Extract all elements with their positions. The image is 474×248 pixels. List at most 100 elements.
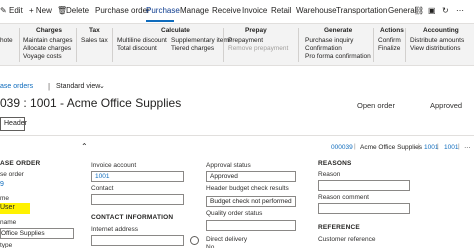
- purchase-order-tab[interactable]: Purchase order: [95, 6, 150, 15]
- view-selector[interactable]: Standard view: [56, 83, 100, 90]
- vendor-name-field[interactable]: Office Supplies: [0, 228, 74, 239]
- divider: [0, 135, 474, 136]
- retail-tab[interactable]: Retail: [271, 6, 291, 15]
- info-icon[interactable]: [190, 236, 199, 245]
- budget-check-field[interactable]: Budget check not performed: [206, 196, 296, 207]
- summary-separator: |: [354, 143, 356, 150]
- general-tab[interactable]: General: [388, 6, 416, 15]
- allocate-charges-button[interactable]: Allocate charges: [23, 45, 71, 52]
- summary-second-link[interactable]: 1001: [444, 144, 458, 151]
- invoice-account-value: 1001: [95, 173, 110, 180]
- tax-group-title: Tax: [89, 27, 100, 34]
- header-tab-button[interactable]: Header: [0, 117, 27, 131]
- name-label: me: [0, 195, 10, 202]
- ribbon-separator: [223, 28, 224, 62]
- reference-section-title: REFERENCE: [318, 224, 360, 231]
- ribbon-separator: [373, 28, 374, 62]
- internet-address-field[interactable]: [91, 235, 184, 246]
- view-distributions-button[interactable]: View distributions: [410, 45, 460, 52]
- ribbon-separator: [298, 28, 299, 62]
- receive-tab[interactable]: Receive: [212, 6, 241, 15]
- generate-group-title: Generate: [324, 27, 353, 34]
- link-icon[interactable]: ⛓: [414, 6, 424, 15]
- confirmation-button[interactable]: Confirmation: [305, 45, 342, 52]
- invoice-account-label: Invoice account: [91, 162, 137, 169]
- budget-check-value: Budget check not performed: [210, 198, 292, 205]
- manage-tab[interactable]: Manage: [180, 6, 209, 15]
- direct-delivery-label: Direct delivery: [206, 236, 248, 243]
- summary-separator: |: [437, 143, 439, 150]
- reasons-section-title: REASONS: [318, 160, 352, 167]
- remove-prepayment-button[interactable]: Remove prepayment: [228, 45, 288, 52]
- quality-order-status-field[interactable]: [206, 220, 296, 231]
- charges-group-title: Charges: [36, 27, 63, 34]
- purchase-order-value[interactable]: 9: [0, 181, 4, 188]
- ribbon-separator: [76, 28, 77, 62]
- order-status: Open order: [357, 101, 395, 110]
- multiline-discount-button[interactable]: Multiline discount: [117, 37, 167, 44]
- ribbon-separator: [19, 28, 20, 62]
- refresh-icon[interactable]: ↻: [442, 6, 449, 15]
- calculate-group-title: Calculate: [161, 27, 190, 34]
- actions-group-title: Actions: [380, 27, 404, 34]
- chevron-down-icon[interactable]: ⌄: [99, 82, 105, 90]
- internet-address-label: Internet address: [91, 226, 138, 233]
- ribbon-separator: [112, 28, 113, 62]
- contact-information-section-title: CONTACT INFORMATION: [91, 214, 174, 221]
- transportation-tab[interactable]: Transportation: [336, 6, 387, 15]
- confirm-button[interactable]: Confirm: [378, 37, 401, 44]
- summary-order-link[interactable]: 000039: [331, 144, 353, 151]
- approval-status-field[interactable]: Approved: [206, 171, 296, 182]
- summary-separator: |: [418, 143, 420, 150]
- prepayment-button[interactable]: Prepayment: [228, 37, 263, 44]
- customer-reference-label: Customer reference: [318, 236, 376, 243]
- approval-status-label: Approval status: [206, 162, 251, 169]
- finalize-button[interactable]: Finalize: [378, 45, 400, 52]
- tiered-charges-button[interactable]: Tiered charges: [171, 45, 214, 52]
- purchase-tab[interactable]: Purchase: [146, 6, 180, 15]
- ribbon: hote Charges Maintain charges Allocate c…: [0, 24, 474, 66]
- contact-field[interactable]: [91, 194, 184, 205]
- edit-button[interactable]: Edit: [9, 6, 23, 15]
- summary-separator: |: [458, 143, 460, 150]
- type-label: type: [0, 242, 13, 248]
- new-button[interactable]: + New: [29, 6, 52, 15]
- maintain-charges-button[interactable]: Maintain charges: [23, 37, 73, 44]
- summary-vendor: Acme Office Supplies: [360, 144, 423, 151]
- name-field[interactable]: User: [0, 203, 30, 214]
- vendor-name-value: Office Supplies: [1, 230, 45, 237]
- sales-tax-button[interactable]: Sales tax: [81, 37, 108, 44]
- reason-comment-label: Reason comment: [318, 194, 369, 201]
- quality-order-status-label: Quality order status: [206, 210, 263, 217]
- action-bar: ✎ Edit + New 🗑 Delete Purchase order Pur…: [0, 0, 474, 24]
- header-tab-label: Header: [4, 120, 27, 127]
- breadcrumb-link[interactable]: ase orders: [0, 83, 33, 90]
- office-icon[interactable]: ▣: [428, 6, 436, 15]
- direct-delivery-value: No: [206, 244, 215, 248]
- invoice-account-field[interactable]: 1001: [91, 171, 184, 182]
- more-options-icon[interactable]: ⋯: [456, 6, 464, 15]
- reason-field[interactable]: [318, 180, 410, 191]
- warehouse-tab[interactable]: Warehouse: [296, 6, 337, 15]
- voyage-costs-button[interactable]: Voyage costs: [23, 53, 62, 60]
- purchase-order-label: se order: [0, 171, 24, 178]
- accounting-group-title: Accounting: [423, 27, 459, 34]
- distribute-amounts-button[interactable]: Distribute amounts: [410, 37, 464, 44]
- collapse-icon[interactable]: ⌃: [81, 142, 88, 151]
- total-discount-button[interactable]: Total discount: [117, 45, 157, 52]
- pro-forma-confirmation-button[interactable]: Pro forma confirmation: [305, 53, 371, 60]
- ribbon-separator: [405, 28, 406, 62]
- ribbon-partial-item[interactable]: hote: [0, 37, 13, 44]
- summary-more-icon[interactable]: …: [464, 143, 471, 150]
- reason-comment-field[interactable]: [318, 203, 410, 214]
- reason-label: Reason: [318, 171, 341, 178]
- delete-button[interactable]: Delete: [66, 6, 89, 15]
- edit-icon[interactable]: ✎: [0, 6, 7, 15]
- prepay-group-title: Prepay: [245, 27, 267, 34]
- selected-tab-indicator: [146, 20, 174, 22]
- budget-check-label: Header budget check results: [206, 185, 289, 192]
- invoice-tab[interactable]: Invoice: [242, 6, 267, 15]
- approval-status-value: Approved: [210, 173, 238, 180]
- purchase-inquiry-button[interactable]: Purchase inquiry: [305, 37, 353, 44]
- breadcrumb-separator: |: [48, 82, 51, 91]
